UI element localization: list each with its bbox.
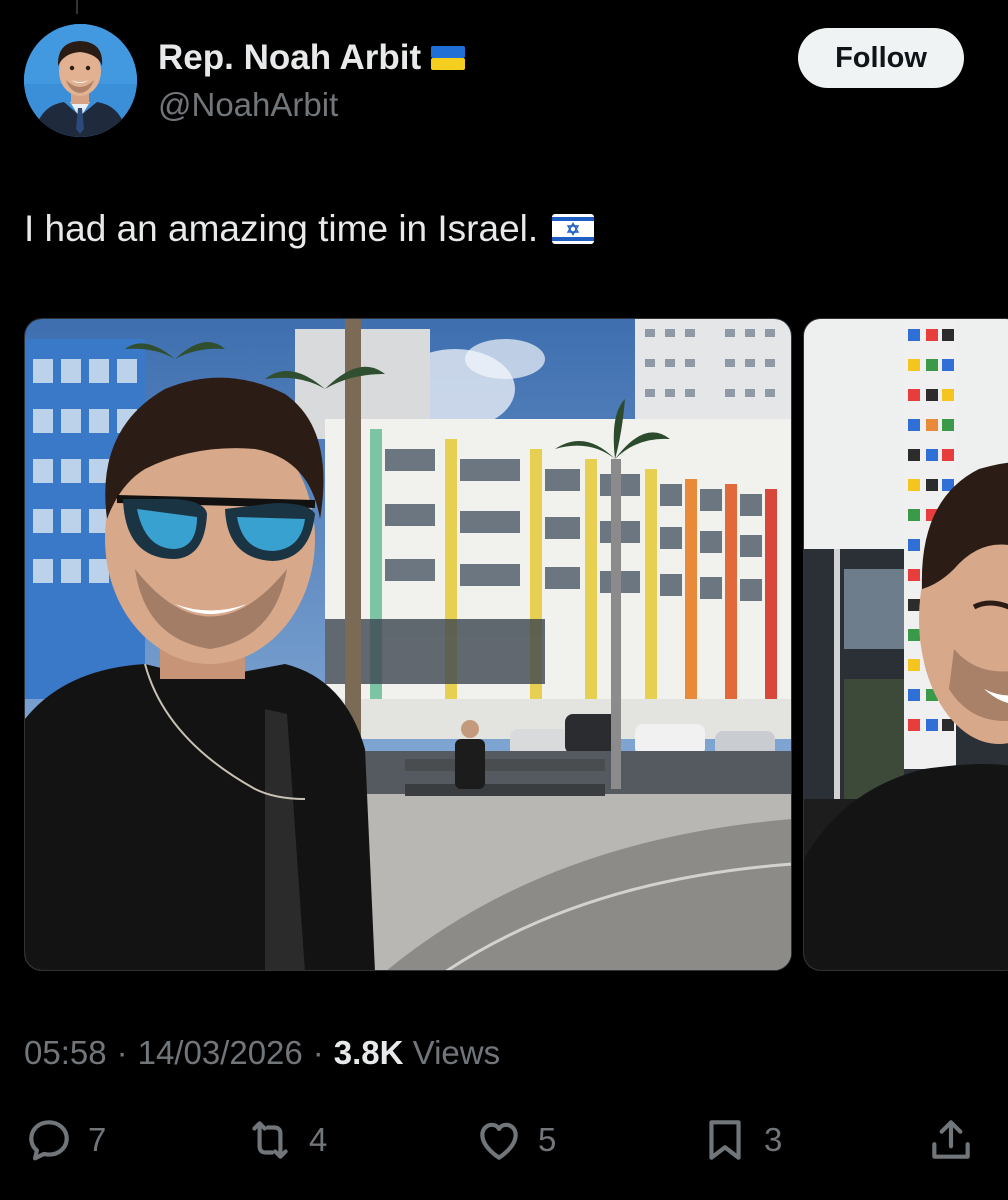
heart-icon xyxy=(480,1122,518,1160)
like-button[interactable]: 5 xyxy=(474,1115,556,1165)
author-name[interactable]: Rep. Noah Arbit xyxy=(158,38,466,78)
meta-separator: · xyxy=(116,1034,128,1071)
views-label[interactable]: Views xyxy=(413,1034,500,1071)
share-icon xyxy=(932,1120,970,1159)
tweet-text: I had an amazing time in Israel. xyxy=(24,208,595,250)
tweet-date[interactable]: 14/03/2026 xyxy=(138,1034,303,1072)
bookmark-button[interactable]: 3 xyxy=(700,1115,782,1165)
media-photo-2[interactable] xyxy=(803,318,1008,971)
reply-button[interactable]: 7 xyxy=(24,1115,106,1165)
reply-icon xyxy=(29,1120,69,1161)
repost-count: 4 xyxy=(309,1121,328,1158)
like-count: 5 xyxy=(538,1121,557,1158)
repost-button[interactable]: 4 xyxy=(245,1115,327,1165)
tweet-time[interactable]: 05:58 xyxy=(24,1034,107,1072)
tweet-page: Rep. Noah Arbit @NoahArbit Follow I had … xyxy=(0,0,1008,1200)
author-display-name[interactable]: Rep. Noah Arbit xyxy=(158,38,421,78)
share-button[interactable] xyxy=(926,1115,976,1165)
selfie-photo-colorful-pillar xyxy=(804,319,1008,970)
tweet-body: I had an amazing time in Israel. xyxy=(24,208,539,249)
thread-line xyxy=(76,0,78,14)
follow-button[interactable]: Follow xyxy=(798,28,964,88)
repost-icon xyxy=(252,1121,288,1159)
action-bar: 7 4 5 3 xyxy=(0,1110,1008,1170)
tweet-meta: 05:58 · 14/03/2026 · 3.8K Views xyxy=(24,1034,500,1072)
avatar[interactable] xyxy=(24,24,137,137)
author-handle[interactable]: @NoahArbit xyxy=(158,86,338,124)
views-count[interactable]: 3.8K xyxy=(334,1034,404,1071)
selfie-photo-tel-aviv-promenade xyxy=(25,319,791,970)
israel-flag-icon xyxy=(552,214,595,244)
bookmark-count: 3 xyxy=(764,1121,783,1158)
bookmark-icon xyxy=(709,1120,741,1160)
avatar-portrait xyxy=(24,24,137,137)
reply-count: 7 xyxy=(88,1121,107,1158)
media-photo-1[interactable] xyxy=(24,318,792,971)
meta-separator: · xyxy=(312,1034,324,1071)
ukraine-flag-icon xyxy=(431,46,466,70)
